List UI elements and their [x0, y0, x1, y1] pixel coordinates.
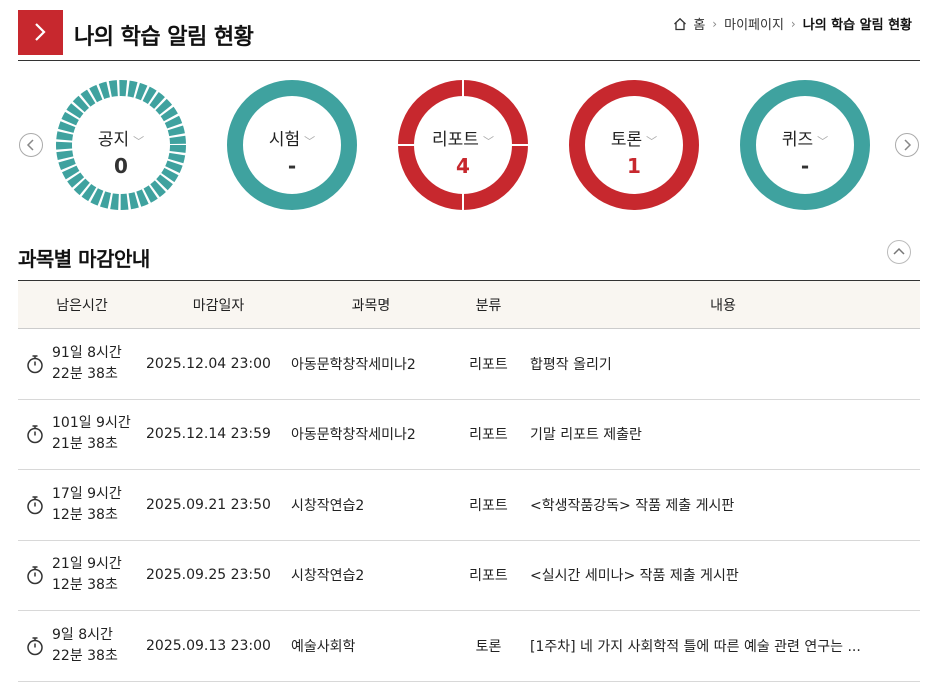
remaining-minutes: 22분 38초 — [52, 647, 118, 664]
chevron-down-icon: ﹀ — [482, 135, 494, 148]
summary-quiz[interactable]: 퀴즈 ﹀ - — [740, 80, 870, 210]
page-title: 나의 학습 알림 현황 — [74, 25, 254, 50]
breadcrumb-home[interactable]: 홈 — [693, 14, 705, 33]
content-link[interactable]: 합평작 올리기 — [526, 329, 920, 400]
category: 리포트 — [469, 427, 508, 444]
stopwatch-icon — [27, 355, 43, 373]
category: 리포트 — [469, 497, 508, 514]
col-header-deadline: 마감일자 — [146, 280, 291, 329]
content-link[interactable]: <학생작품강독> 작품 제출 게시판 — [526, 470, 920, 541]
deadline-date: 2025.09.25 23:50 — [146, 567, 271, 584]
chevron-down-icon: ﹀ — [304, 135, 316, 148]
stopwatch-icon — [27, 566, 43, 585]
chevron-up-icon — [893, 247, 905, 255]
breadcrumb: 홈 › 마이페이지 › 나의 학습 알림 현황 — [673, 14, 912, 33]
category: 리포트 — [469, 568, 508, 585]
section-title: 과목별 마감안내 — [18, 247, 150, 271]
page-header: 나의 학습 알림 현황 홈 › 마이페이지 › 나의 학습 알림 현황 — [18, 10, 920, 61]
chevron-down-icon: ﹀ — [133, 135, 145, 148]
chevron-right-icon — [904, 139, 912, 151]
summary-label: 시험 — [268, 130, 301, 150]
deadline-date: 2025.12.04 23:00 — [146, 355, 271, 372]
next-arrow-button[interactable] — [895, 133, 919, 157]
course-name: 아동문학창작세미나2 — [291, 356, 416, 373]
remaining-minutes: 22분 38초 — [52, 365, 118, 382]
col-header-course: 과목명 — [291, 280, 451, 329]
table-header-row: 남은시간 마감일자 과목명 분류 내용 — [18, 280, 920, 329]
summary-count: 4 — [456, 154, 470, 178]
course-name: 시창작연습2 — [291, 568, 365, 585]
remaining-minutes: 21분 38초 — [52, 436, 118, 453]
course-name: 시창작연습2 — [291, 497, 365, 514]
deadline-date: 2025.09.13 23:00 — [146, 637, 271, 654]
category: 리포트 — [469, 356, 508, 373]
chevron-down-icon: ﹀ — [646, 135, 658, 148]
col-header-content: 내용 — [526, 280, 920, 329]
breadcrumb-current: 나의 학습 알림 현황 — [802, 18, 912, 33]
remaining-days: 17일 9시간 — [52, 485, 122, 502]
summary-count: 1 — [627, 154, 641, 178]
stopwatch-icon — [27, 425, 43, 444]
content-link[interactable]: [1주차] 네 가지 사회학적 틀에 따른 예술 관련 연구는 ... — [526, 611, 920, 682]
summary-label: 퀴즈 — [781, 130, 814, 150]
stopwatch-icon — [27, 496, 43, 514]
title-marker — [18, 10, 63, 55]
table-row[interactable]: 21일 9시간 12분 38초 2025.09.25 23:50 시창작연습2 리… — [18, 540, 920, 611]
chevron-left-icon — [26, 139, 34, 151]
category: 토론 — [475, 638, 502, 655]
table-row[interactable]: 91일 8시간 22분 38초 2025.12.04 23:00 아동문학창작세미… — [18, 329, 920, 400]
course-name: 아동문학창작세미나2 — [291, 427, 416, 444]
stopwatch-icon — [27, 637, 43, 655]
remaining-minutes: 12분 38초 — [52, 577, 118, 594]
summary-count: 0 — [114, 154, 128, 178]
prev-arrow-button[interactable] — [19, 133, 43, 157]
summary-count: - — [287, 154, 297, 178]
summary-label: 리포트 — [432, 130, 479, 150]
remaining-days: 9일 8시간 — [52, 626, 113, 643]
summary-discussion[interactable]: 토론 ﹀ 1 — [569, 80, 699, 210]
home-icon[interactable] — [673, 17, 687, 31]
remaining-days: 101일 9시간 — [52, 415, 131, 432]
chevron-right-icon: › — [712, 16, 718, 31]
summary-label: 공지 — [97, 130, 130, 150]
table-row[interactable]: 17일 9시간 12분 38초 2025.09.21 23:50 시창작연습2 리… — [18, 470, 920, 541]
remaining-days: 21일 9시간 — [52, 556, 122, 573]
content-link[interactable]: 기말 리포트 제출란 — [526, 399, 920, 470]
summary-report[interactable]: 리포트 ﹀ 4 — [398, 80, 528, 210]
content-link[interactable]: <실시간 세미나> 작품 제출 게시판 — [526, 540, 920, 611]
col-header-category: 분류 — [451, 280, 526, 329]
col-header-remaining: 남은시간 — [18, 280, 146, 329]
summary-carousel: 공지 ﹀ 0 시험 ﹀ - 리포트 ﹀ 4 토론 ﹀ 1 퀴즈 ﹀ - — [0, 78, 934, 213]
chevron-right-icon: › — [790, 16, 796, 31]
remaining-minutes: 12분 38초 — [52, 506, 118, 523]
summary-exam[interactable]: 시험 ﹀ - — [227, 80, 357, 210]
collapse-button[interactable] — [887, 240, 911, 264]
course-name: 예술사회학 — [291, 638, 356, 655]
deadline-date: 2025.12.14 23:59 — [146, 426, 271, 443]
chevron-down-icon: ﹀ — [817, 135, 829, 148]
remaining-days: 91일 8시간 — [52, 344, 122, 361]
chevron-right-icon — [35, 23, 46, 41]
deadline-date: 2025.09.21 23:50 — [146, 496, 271, 513]
summary-label: 토론 — [610, 130, 643, 150]
table-row[interactable]: 9일 8시간 22분 38초 2025.09.13 23:00 예술사회학 토론 … — [18, 611, 920, 682]
breadcrumb-mypage[interactable]: 마이페이지 — [724, 14, 784, 33]
summary-count: - — [800, 154, 810, 178]
table-row[interactable]: 101일 9시간 21분 38초 2025.12.14 23:59 아동문학창작세… — [18, 399, 920, 470]
summary-notice[interactable]: 공지 ﹀ 0 — [56, 80, 186, 210]
deadline-table: 남은시간 마감일자 과목명 분류 내용 91일 8시간 22분 38초 2025.… — [18, 280, 920, 682]
